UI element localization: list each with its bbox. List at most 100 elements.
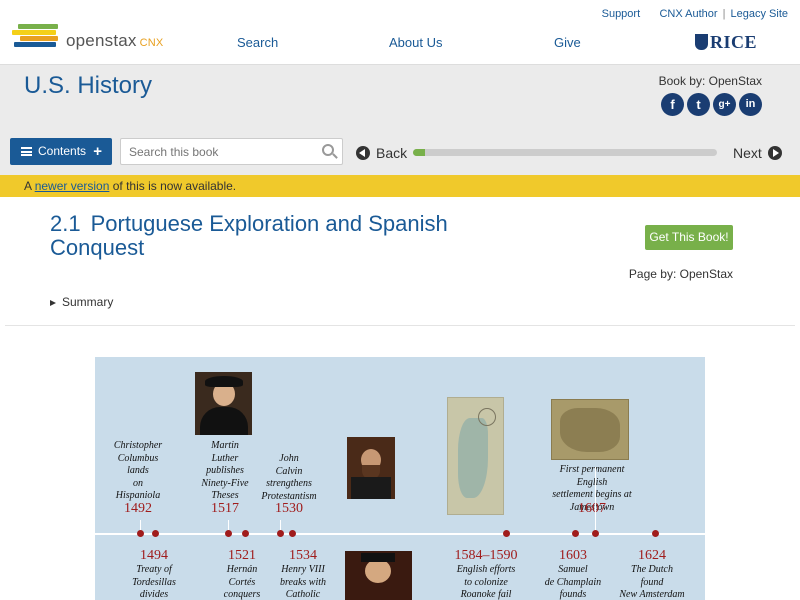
event-text-line: Christopher	[113, 440, 163, 451]
calvin-portrait-image	[347, 437, 395, 499]
event-text-line: John	[279, 453, 299, 464]
timeline-dot	[152, 530, 159, 537]
book-title[interactable]: U.S. History	[24, 72, 152, 100]
henry-viii-portrait-image	[345, 551, 412, 600]
menu-icon	[21, 147, 32, 156]
rice-shield-icon	[695, 34, 708, 50]
facebook-icon[interactable]: f	[661, 93, 684, 116]
rice-logo[interactable]: RICE	[695, 32, 757, 53]
expand-triangle-icon	[50, 300, 56, 306]
timeline-tick	[595, 467, 596, 530]
timeline-event-text: Treaty of Tordesillas divides	[109, 564, 199, 600]
progress-fill	[413, 149, 426, 156]
nav-search[interactable]: Search	[237, 35, 278, 50]
support-link[interactable]: Support	[602, 8, 641, 20]
timeline-year: 1492	[124, 501, 152, 516]
event-text-line: Samuel	[558, 564, 588, 575]
timeline-year: 1530	[275, 501, 303, 516]
timeline-dot	[572, 530, 579, 537]
event-text-line: Catholic	[285, 589, 321, 600]
link-separator: |	[722, 8, 726, 20]
twitter-icon[interactable]: t	[687, 93, 710, 116]
nav-give[interactable]: Give	[554, 35, 581, 50]
event-text-line: on	[133, 477, 143, 489]
timeline-year: 1607	[578, 501, 606, 516]
plus-icon: +	[93, 143, 102, 160]
event-text-line: strengthens	[266, 478, 312, 489]
timeline-figure: Christopher Columbus lands on Hispaniola 1492…	[95, 357, 705, 600]
event-text-line: Roanoke fail	[460, 589, 512, 600]
contents-button[interactable]: Contents +	[10, 138, 112, 165]
event-text-line: to colonize	[464, 576, 508, 588]
timeline-year: 1603	[559, 548, 587, 563]
cnx-author-link[interactable]: CNX Author	[659, 8, 717, 20]
event-text-line: settlement begins at	[552, 489, 632, 500]
event-text-line: Henry VIII	[281, 564, 325, 575]
timeline-year: 1584–1590	[454, 548, 518, 563]
page-author: Page by: OpenStax	[628, 267, 733, 281]
site-header: openstax CNX Support CNX Author | Legacy …	[0, 0, 800, 64]
timeline-dot	[225, 530, 232, 537]
search-input[interactable]	[120, 138, 343, 165]
event-text-line: The Dutch	[631, 564, 673, 575]
brand-suffix: CNX	[139, 37, 164, 49]
google-plus-icon[interactable]: g+	[713, 93, 736, 116]
timeline-axis	[95, 533, 705, 535]
newer-version-link[interactable]: newer version	[35, 179, 110, 193]
timeline-dot	[137, 530, 144, 537]
next-button[interactable]: Next	[733, 145, 782, 161]
summary-toggle[interactable]: Summary	[50, 295, 113, 309]
timeline-year: 1494	[140, 548, 168, 563]
brand-name[interactable]: openstax CNX	[66, 31, 163, 51]
next-arrow-icon	[767, 146, 782, 160]
top-links: Support CNX Author | Legacy Site	[602, 8, 788, 20]
legacy-site-link[interactable]: Legacy Site	[731, 8, 788, 20]
event-text-line: breaks with	[279, 576, 326, 588]
search-icon[interactable]	[322, 144, 334, 156]
event-text-line: de Champlain	[544, 576, 602, 588]
event-text-line: found	[640, 576, 664, 588]
get-this-book-button[interactable]: Get This Book!	[645, 225, 733, 250]
event-text-line: Treaty of	[136, 564, 172, 575]
linkedin-icon[interactable]: in	[739, 93, 762, 116]
event-text-line: divides	[139, 589, 169, 600]
event-text-line: Tordesillas	[132, 576, 176, 588]
timeline-event-text: Christopher Columbus lands on Hispaniola	[95, 440, 183, 503]
timeline-dot	[277, 530, 284, 537]
timeline-event-text: English efforts to colonize Roanoke fail	[441, 564, 531, 600]
back-arrow-icon	[356, 146, 370, 160]
timeline-dot	[242, 530, 249, 537]
jamestown-map-image	[551, 399, 629, 460]
event-text-line: First permanent English	[559, 464, 625, 488]
timeline-tick	[228, 520, 229, 530]
event-text-line: English efforts	[456, 564, 516, 575]
social-share: f t g+ in	[661, 93, 762, 116]
timeline-event-text: The Dutch found New Amsterdam	[607, 564, 697, 600]
event-text-line: Martin	[211, 440, 239, 451]
back-button[interactable]: Back	[356, 145, 407, 161]
timeline-event-text: John Calvin strengthens Protestantism	[244, 453, 334, 503]
event-text-line: New Amsterdam	[619, 589, 685, 600]
timeline-event-text: Samuel de Champlain founds	[528, 564, 618, 600]
divider	[5, 325, 795, 326]
link-separator	[645, 8, 654, 20]
timeline-tick	[280, 520, 281, 530]
timeline-dot	[652, 530, 659, 537]
book-author: Book by: OpenStax	[658, 74, 762, 88]
section-number: 2.1	[50, 211, 81, 236]
newer-version-notice: A newer version of this is now available…	[0, 175, 800, 197]
book-header: U.S. History Book by: OpenStax f t g+ in…	[0, 64, 800, 175]
roanoke-map-image	[447, 397, 504, 515]
nav-about-us[interactable]: About Us	[389, 35, 442, 50]
event-text-line: Calvin	[275, 465, 303, 477]
timeline-year: 1624	[638, 548, 666, 563]
event-text-line: Columbus	[117, 452, 159, 464]
timeline-dot	[592, 530, 599, 537]
event-text-line: founds	[559, 589, 587, 600]
timeline-dot	[503, 530, 510, 537]
luther-portrait-image	[195, 372, 252, 435]
section-title: Portuguese Exploration and Spanish Conqu…	[50, 211, 448, 260]
reading-progress-bar[interactable]	[413, 149, 717, 156]
event-text-line: lands	[127, 465, 149, 476]
openstax-logo-icon[interactable]	[12, 24, 60, 52]
